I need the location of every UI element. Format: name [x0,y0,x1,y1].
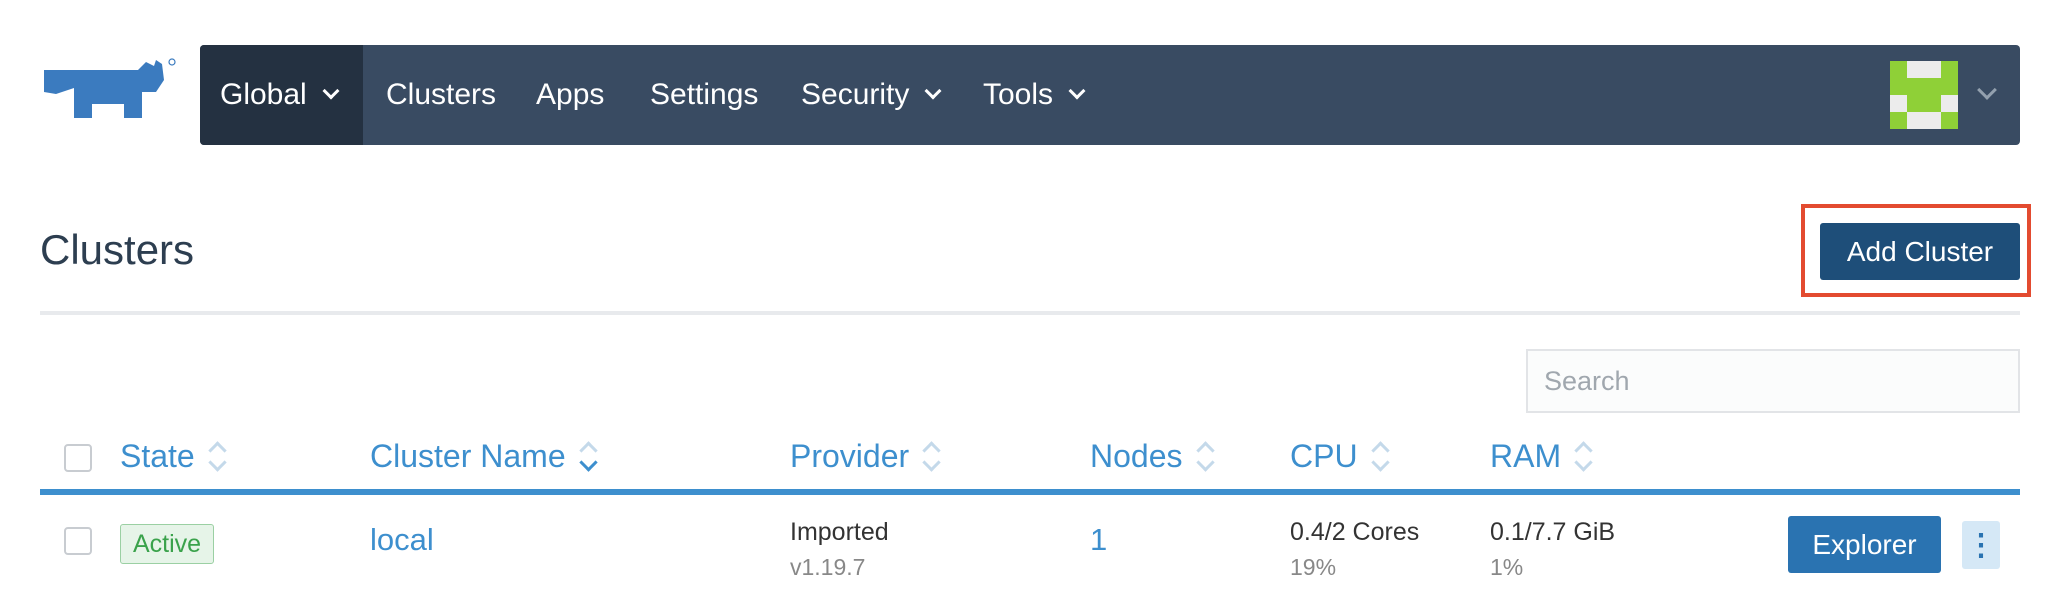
nodes-count-link[interactable]: 1 [1090,522,1107,558]
sort-icon [923,442,937,472]
nav-clusters[interactable]: Clusters [386,45,496,145]
top-navbar: Global Clusters Apps Settings Security T… [200,45,2020,145]
sort-icon [1575,442,1589,472]
sort-icon [1372,442,1386,472]
search-input[interactable] [1526,349,2020,413]
column-label-cpu: CPU [1290,438,1358,474]
cluster-name-link[interactable]: local [370,522,434,558]
row-checkbox[interactable] [64,527,92,555]
ram-percent: 1% [1490,554,1524,580]
chevron-down-icon [924,82,942,100]
column-header-cluster-name[interactable]: Cluster Name [370,438,594,475]
column-header-nodes[interactable]: Nodes [1090,438,1211,475]
sort-icon [209,442,223,472]
column-label-ram: RAM [1490,438,1562,474]
cpu-value: 0.4/2 Cores [1290,518,1420,546]
nav-tools-label: Tools [983,78,1054,111]
page-title: Clusters [40,226,195,273]
chevron-down-icon [322,82,340,100]
column-header-ram[interactable]: RAM [1490,438,1589,475]
header-divider [40,311,2020,315]
column-label-provider: Provider [790,438,910,474]
column-header-cpu[interactable]: CPU [1290,438,1386,475]
column-header-provider[interactable]: Provider [790,438,937,475]
kebab-menu-icon[interactable]: ⋮ [1962,521,2000,569]
cpu-percent: 19% [1290,554,1337,580]
nav-apps[interactable]: Apps [536,45,604,145]
nav-settings[interactable]: Settings [650,45,758,145]
column-label-cluster-name: Cluster Name [370,438,566,474]
nav-global-dropdown[interactable]: Global [200,45,363,145]
provider-value: Imported [790,518,889,546]
nav-security-label: Security [801,78,910,111]
nav-global-label: Global [220,78,307,111]
status-badge: Active [120,524,215,564]
provider-version: v1.19.7 [790,554,866,580]
add-cluster-button[interactable]: Add Cluster [1820,223,2020,280]
select-all-checkbox[interactable] [64,444,92,472]
ram-value: 0.1/7.7 GiB [1490,518,1616,546]
chevron-down-icon [1068,82,1086,100]
column-label-state: State [120,438,195,474]
sort-icon [1197,442,1211,472]
user-avatar[interactable] [1890,61,1958,129]
nav-tools-dropdown[interactable]: Tools [983,45,1086,145]
nav-security-dropdown[interactable]: Security [801,45,942,145]
explorer-button[interactable]: Explorer [1788,516,1941,573]
user-menu-chevron-icon[interactable] [1977,80,1997,100]
column-label-nodes: Nodes [1090,438,1183,474]
table-header-line [40,489,2020,495]
column-header-state[interactable]: State [120,438,223,475]
sort-desc-icon [580,442,594,472]
rancher-logo[interactable] [38,58,178,130]
